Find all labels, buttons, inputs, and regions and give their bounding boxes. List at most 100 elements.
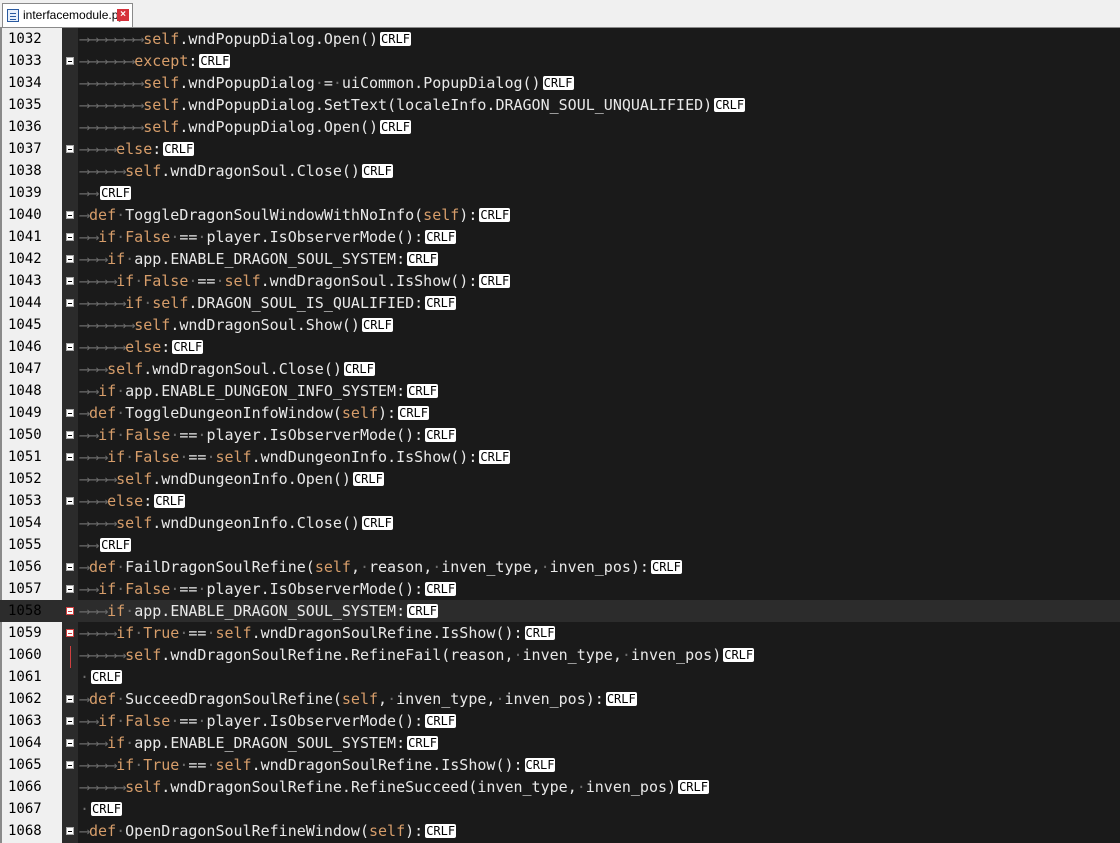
code-text: ⟶def·ToggleDragonSoulWindowWithNoInfo(se… bbox=[80, 206, 511, 224]
fold-toggle-icon[interactable] bbox=[66, 761, 74, 769]
fold-toggle-icon[interactable] bbox=[66, 409, 74, 417]
eol-marker: CRLF bbox=[361, 318, 393, 332]
code-line[interactable]: 1067 · CRLF bbox=[0, 798, 1120, 820]
code-line[interactable]: 1046 ⟶⟶⟶⟶⟶else: CRLF bbox=[0, 336, 1120, 358]
code-line[interactable]: 1039 ⟶⟶ CRLF bbox=[0, 182, 1120, 204]
code-line[interactable]: 1040 ⟶def·ToggleDragonSoulWindowWithNoInf… bbox=[0, 204, 1120, 226]
code-line[interactable]: 1042 ⟶⟶⟶if·app.ENABLE_DRAGON_SOUL_SYSTEM:… bbox=[0, 248, 1120, 270]
line-number: 1065 bbox=[8, 757, 42, 773]
fold-toggle-icon[interactable] bbox=[66, 299, 74, 307]
code-text: ⟶⟶if·False·==·player.IsObserverMode(): CR… bbox=[80, 228, 457, 246]
code-line[interactable]: 1038 ⟶⟶⟶⟶⟶self.wndDragonSoul.Close() CRLF bbox=[0, 160, 1120, 182]
line-number: 1044 bbox=[8, 295, 42, 311]
close-tab-icon[interactable]: × bbox=[117, 9, 129, 21]
eol-marker: CRLF bbox=[91, 802, 122, 816]
code-text: ⟶⟶⟶⟶else: CRLF bbox=[80, 140, 195, 158]
code-line[interactable]: 1051 ⟶⟶⟶if·False·==·self.wndDungeonInfo.I… bbox=[0, 446, 1120, 468]
code-line[interactable]: 1058 ⟶⟶⟶if·app.ENABLE_DRAGON_SOUL_SYSTEM:… bbox=[0, 600, 1120, 622]
fold-toggle-icon[interactable] bbox=[66, 607, 74, 615]
code-line[interactable]: 1059 ⟶⟶⟶⟶if·True·==·self.wndDragonSoulRef… bbox=[0, 622, 1120, 644]
code-text: ⟶⟶⟶⟶if·True·==·self.wndDragonSoulRefine.… bbox=[80, 624, 556, 642]
fold-toggle-icon[interactable] bbox=[66, 585, 74, 593]
fold-toggle-icon[interactable] bbox=[66, 277, 74, 285]
code-text: ⟶⟶⟶⟶⟶self.wndDragonSoul.Close() CRLF bbox=[80, 162, 393, 180]
line-number: 1056 bbox=[8, 559, 42, 575]
fold-toggle-icon[interactable] bbox=[66, 695, 74, 703]
code-text: · CRLF bbox=[80, 800, 122, 818]
tab-whitespace-marker: ⟶⟶⟶⟶⟶⟶⟶ bbox=[80, 118, 144, 136]
code-line[interactable]: 1060 ⟶⟶⟶⟶⟶self.wndDragonSoulRefine.Refine… bbox=[0, 644, 1120, 666]
fold-toggle-icon[interactable] bbox=[66, 453, 74, 461]
tab-whitespace-marker: ⟶⟶ bbox=[80, 184, 99, 202]
fold-toggle-icon[interactable] bbox=[66, 739, 74, 747]
code-text: ⟶⟶⟶⟶⟶self.wndDragonSoulRefine.RefineFail… bbox=[80, 646, 755, 664]
fold-toggle-icon[interactable] bbox=[66, 145, 74, 153]
code-line[interactable]: 1032 ⟶⟶⟶⟶⟶⟶⟶self.wndPopupDialog.Open() CRL… bbox=[0, 28, 1120, 50]
eol-marker: CRLF bbox=[407, 252, 439, 266]
code-editor[interactable]: 1032 ⟶⟶⟶⟶⟶⟶⟶self.wndPopupDialog.Open() CRL… bbox=[0, 28, 1120, 843]
code-text: ⟶def·SucceedDragonSoulRefine(self,·inven… bbox=[80, 690, 637, 708]
eol-marker: CRLF bbox=[172, 340, 204, 354]
code-line[interactable]: 1057 ⟶⟶if·False·==·player.IsObserverMode(… bbox=[0, 578, 1120, 600]
file-tab[interactable]: interfacemodule.py × bbox=[2, 3, 133, 27]
fold-toggle-icon[interactable] bbox=[66, 343, 74, 351]
code-line[interactable]: 1048 ⟶⟶if·app.ENABLE_DUNGEON_INFO_SYSTEM:… bbox=[0, 380, 1120, 402]
fold-toggle-icon[interactable] bbox=[66, 57, 74, 65]
code-line[interactable]: 1055 ⟶⟶ CRLF bbox=[0, 534, 1120, 556]
file-tab-label: interfacemodule.py bbox=[23, 8, 125, 22]
code-line[interactable]: 1056 ⟶def·FailDragonSoulRefine(self,·reas… bbox=[0, 556, 1120, 578]
code-line[interactable]: 1037 ⟶⟶⟶⟶else: CRLF bbox=[0, 138, 1120, 160]
code-line[interactable]: 1033 ⟶⟶⟶⟶⟶⟶except: CRLF bbox=[0, 50, 1120, 72]
code-text: ⟶⟶if·False·==·player.IsObserverMode(): CR… bbox=[80, 580, 457, 598]
code-line[interactable]: 1034 ⟶⟶⟶⟶⟶⟶⟶self.wndPopupDialog·=·uiCommo… bbox=[0, 72, 1120, 94]
code-line[interactable]: 1047 ⟶⟶⟶self.wndDragonSoul.Close() CRLF bbox=[0, 358, 1120, 380]
code-text: ⟶⟶if·app.ENABLE_DUNGEON_INFO_SYSTEM: CRLF bbox=[80, 382, 439, 400]
tab-whitespace-marker: ⟶⟶⟶⟶⟶⟶ bbox=[80, 52, 135, 70]
tab-whitespace-marker: ⟶⟶ bbox=[80, 382, 99, 400]
code-line[interactable]: 1064 ⟶⟶⟶if·app.ENABLE_DRAGON_SOUL_SYSTEM:… bbox=[0, 732, 1120, 754]
code-line[interactable]: 1063 ⟶⟶if·False·==·player.IsObserverMode(… bbox=[0, 710, 1120, 732]
code-line[interactable]: 1050 ⟶⟶if·False·==·player.IsObserverMode(… bbox=[0, 424, 1120, 446]
line-number: 1050 bbox=[8, 427, 42, 443]
fold-toggle-icon[interactable] bbox=[66, 563, 74, 571]
code-line[interactable]: 1068 ⟶def·OpenDragonSoulRefineWindow(self… bbox=[0, 820, 1120, 842]
code-line[interactable]: 1044 ⟶⟶⟶⟶⟶if·self.DRAGON_SOUL_IS_QUALIFIE… bbox=[0, 292, 1120, 314]
line-number: 1052 bbox=[8, 471, 42, 487]
code-line[interactable]: 1061 · CRLF bbox=[0, 666, 1120, 688]
fold-toggle-icon[interactable] bbox=[66, 233, 74, 241]
code-line[interactable]: 1043 ⟶⟶⟶⟶if·False·==·self.wndDragonSoul.I… bbox=[0, 270, 1120, 292]
code-line[interactable]: 1062 ⟶def·SucceedDragonSoulRefine(self,·i… bbox=[0, 688, 1120, 710]
code-text: ⟶⟶ CRLF bbox=[80, 536, 131, 554]
tab-whitespace-marker: ⟶⟶⟶⟶⟶ bbox=[80, 646, 126, 664]
fold-toggle-icon[interactable] bbox=[66, 827, 74, 835]
line-number: 1054 bbox=[8, 515, 42, 531]
code-text: ⟶def·OpenDragonSoulRefineWindow(self): CR… bbox=[80, 822, 457, 840]
fold-toggle-icon[interactable] bbox=[66, 497, 74, 505]
line-number: 1060 bbox=[8, 647, 42, 663]
fold-toggle-icon[interactable] bbox=[66, 255, 74, 263]
code-text: ⟶⟶⟶if·False·==·self.wndDungeonInfo.IsSho… bbox=[80, 448, 511, 466]
code-line[interactable]: 1049 ⟶def·ToggleDungeonInfoWindow(self): C… bbox=[0, 402, 1120, 424]
line-number: 1042 bbox=[8, 251, 42, 267]
fold-toggle-icon[interactable] bbox=[66, 211, 74, 219]
eol-marker: CRLF bbox=[425, 714, 457, 728]
code-line[interactable]: 1035 ⟶⟶⟶⟶⟶⟶⟶self.wndPopupDialog.SetText(l… bbox=[0, 94, 1120, 116]
code-line[interactable]: 1065 ⟶⟶⟶⟶if·True·==·self.wndDragonSoulRef… bbox=[0, 754, 1120, 776]
fold-toggle-icon[interactable] bbox=[66, 431, 74, 439]
code-text: ⟶⟶⟶⟶⟶if·self.DRAGON_SOUL_IS_QUALIFIED: CR… bbox=[80, 294, 457, 312]
code-line[interactable]: 1054 ⟶⟶⟶⟶self.wndDungeonInfo.Close() CRLF bbox=[0, 512, 1120, 534]
fold-toggle-icon[interactable] bbox=[66, 629, 74, 637]
code-line[interactable]: 1036 ⟶⟶⟶⟶⟶⟶⟶self.wndPopupDialog.Open() CRL… bbox=[0, 116, 1120, 138]
eol-marker: CRLF bbox=[425, 230, 457, 244]
code-line[interactable]: 1041 ⟶⟶if·False·==·player.IsObserverMode(… bbox=[0, 226, 1120, 248]
line-number: 1058 bbox=[8, 603, 42, 619]
code-line[interactable]: 1052 ⟶⟶⟶⟶self.wndDungeonInfo.Open() CRLF bbox=[0, 468, 1120, 490]
fold-toggle-icon[interactable] bbox=[66, 717, 74, 725]
line-number: 1033 bbox=[8, 53, 42, 69]
code-text: ⟶⟶⟶⟶self.wndDungeonInfo.Close() CRLF bbox=[80, 514, 393, 532]
eol-marker: CRLF bbox=[91, 670, 122, 684]
code-line[interactable]: 1045 ⟶⟶⟶⟶⟶⟶self.wndDragonSoul.Show() CRLF bbox=[0, 314, 1120, 336]
code-text: ⟶⟶⟶⟶⟶⟶⟶self.wndPopupDialog.Open() CRLF bbox=[80, 30, 411, 48]
code-line[interactable]: 1053 ⟶⟶⟶else: CRLF bbox=[0, 490, 1120, 512]
code-line[interactable]: 1066 ⟶⟶⟶⟶⟶self.wndDragonSoulRefine.Refine… bbox=[0, 776, 1120, 798]
